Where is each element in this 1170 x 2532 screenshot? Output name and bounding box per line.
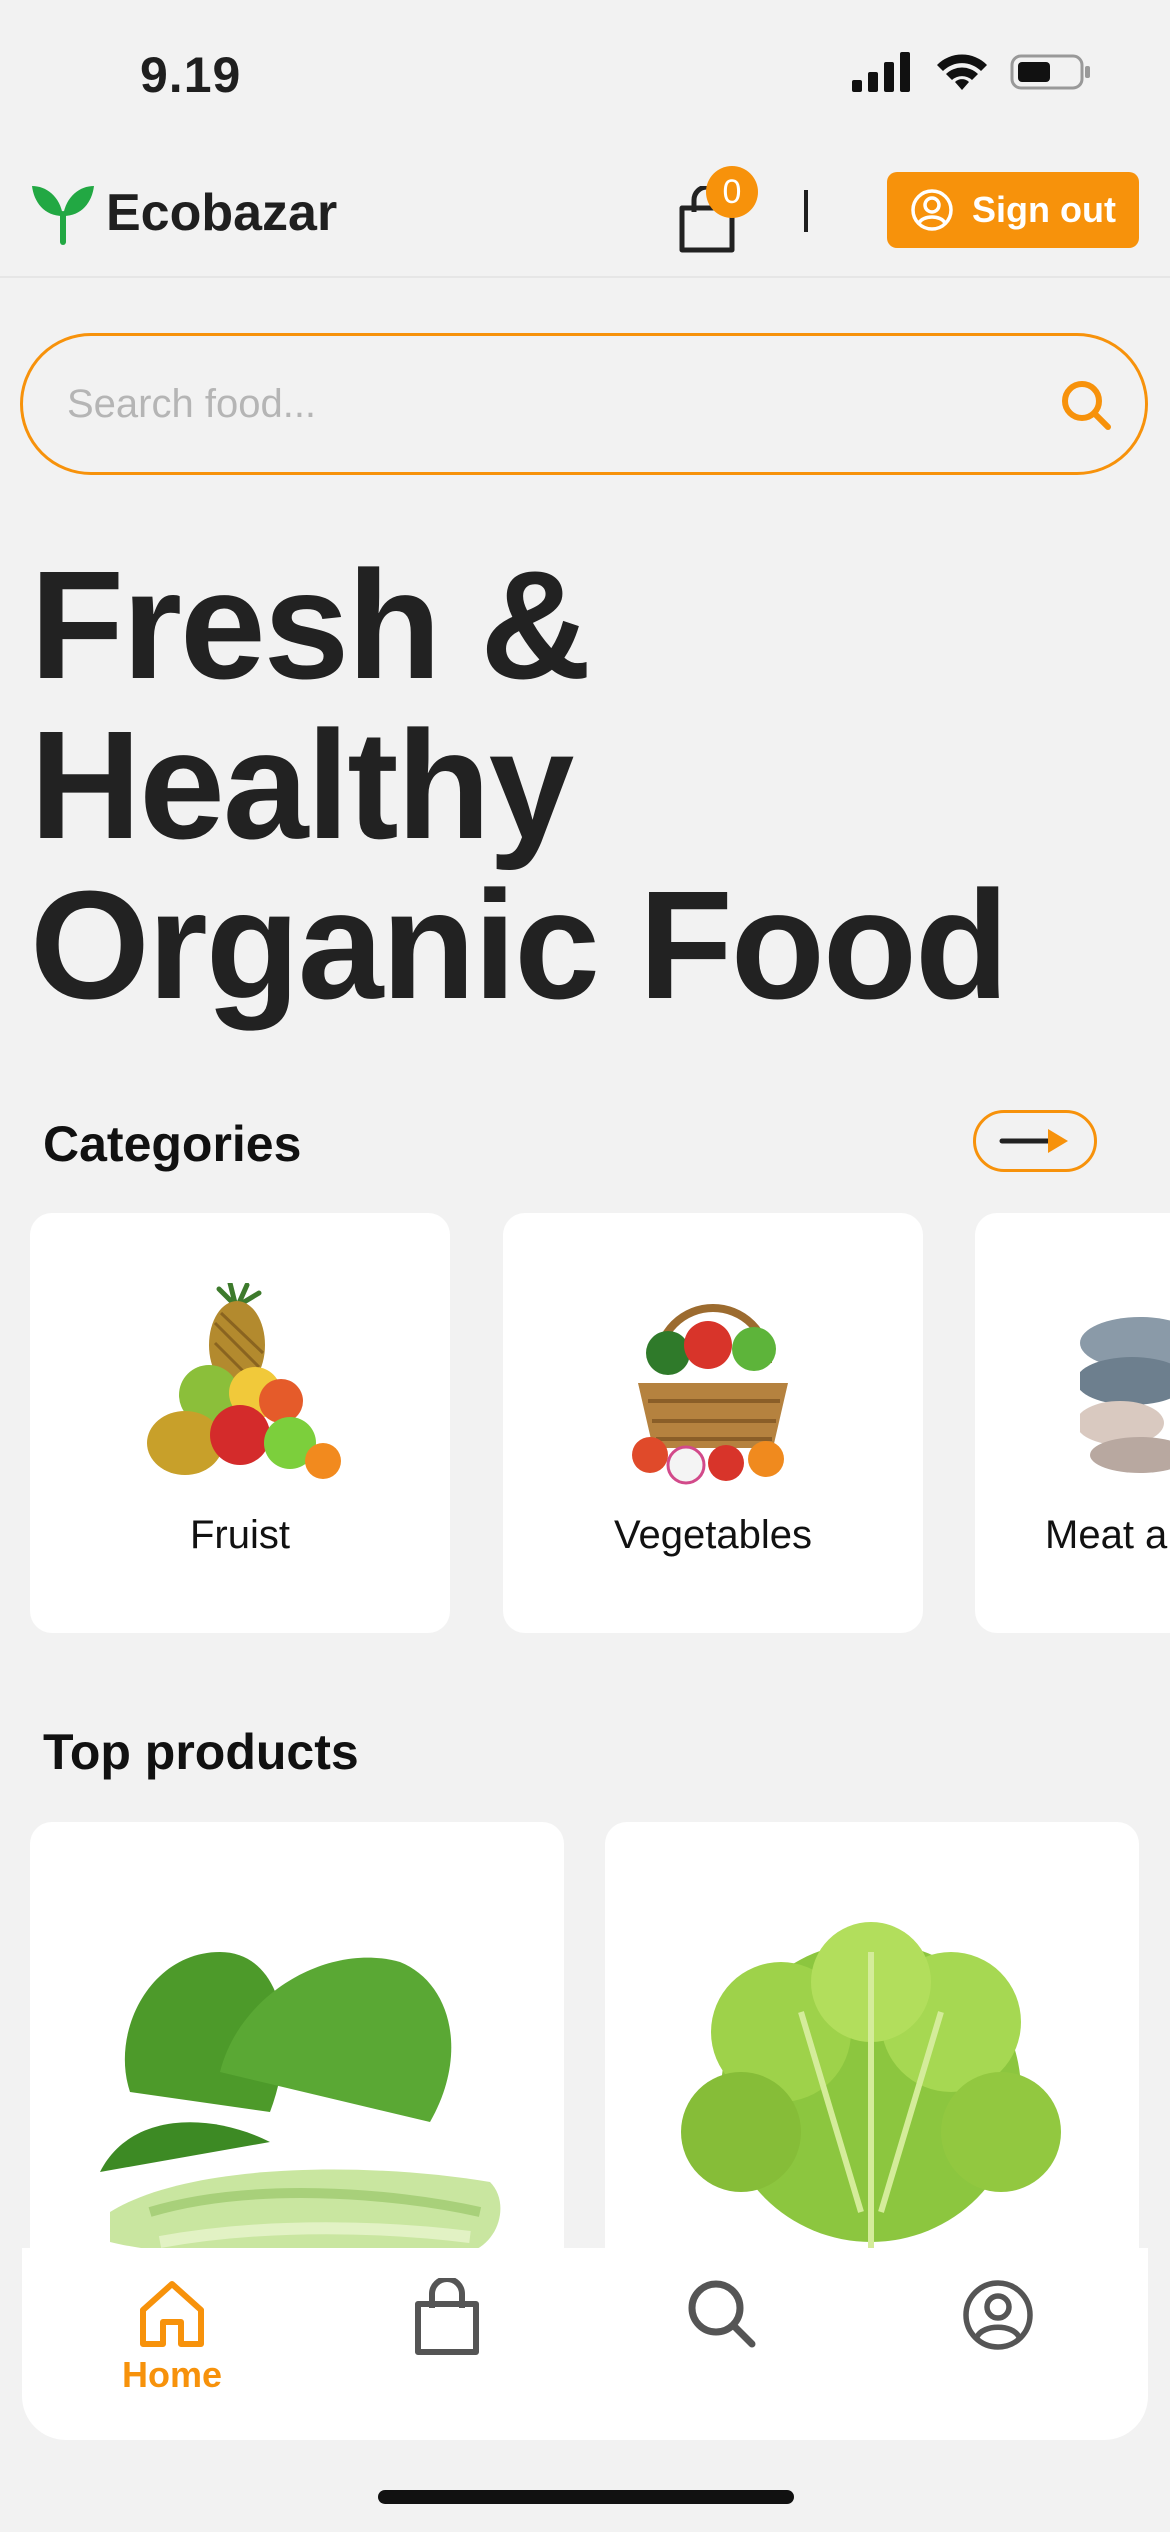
battery-icon — [1010, 54, 1090, 90]
profile-icon — [963, 2280, 1033, 2350]
sign-out-button[interactable]: Sign out — [887, 172, 1139, 248]
cart-button[interactable]: 0 — [672, 166, 758, 253]
fruits-image — [147, 1283, 341, 1479]
cart-count-badge: 0 — [706, 166, 758, 218]
nav-home[interactable]: Home — [92, 2278, 252, 2418]
bag-icon — [415, 2278, 479, 2355]
category-label: Meat a — [1045, 1513, 1168, 1557]
home-icon — [140, 2281, 204, 2347]
top-products-title: Top products — [43, 1724, 359, 1780]
category-label: Vegetables — [614, 1513, 812, 1557]
product-card[interactable] — [605, 1822, 1139, 2252]
brand-name: Ecobazar — [106, 184, 338, 242]
search-icon — [688, 2280, 756, 2348]
search-input[interactable] — [67, 366, 1027, 442]
hero-line-1: Fresh & — [30, 539, 591, 711]
category-card-meat[interactable]: Meat a — [975, 1213, 1170, 1633]
search-button[interactable] — [1059, 378, 1113, 437]
categories-title: Categories — [43, 1116, 302, 1172]
wifi-icon — [937, 54, 987, 90]
brand-logo[interactable]: Ecobazar — [30, 180, 337, 246]
categories-carousel[interactable]: Fruist Vegetables Meat a — [0, 1213, 1170, 1635]
category-card-fruits[interactable]: Fruist — [30, 1213, 450, 1633]
status-time: 9.19 — [140, 47, 242, 103]
categories-more-button[interactable] — [973, 1110, 1097, 1172]
status-icons — [852, 52, 1092, 92]
user-circle-icon — [911, 189, 953, 231]
top-products-list[interactable] — [0, 1822, 1170, 2252]
bottom-navigation: Home — [22, 2248, 1148, 2440]
hero-line-2: Healthy — [30, 699, 574, 871]
arrow-right-icon — [999, 1129, 1068, 1153]
status-bar: 9.19 — [0, 0, 1170, 150]
vegetables-image — [632, 1304, 788, 1485]
nav-home-label: Home — [121, 2354, 223, 2395]
home-indicator[interactable] — [378, 2490, 794, 2504]
leaf-logo-icon — [32, 186, 94, 245]
hero-title: Fresh & Healthy Organic Food — [30, 545, 1130, 1025]
signal-icon — [852, 52, 910, 92]
product-card[interactable] — [30, 1822, 564, 2252]
bok-choy-image — [100, 1952, 501, 2252]
nav-search[interactable] — [642, 2278, 802, 2418]
nav-profile[interactable] — [918, 2278, 1078, 2418]
hero-line-3: Organic Food — [30, 859, 1009, 1031]
header-divider — [804, 190, 808, 232]
search-bar — [20, 333, 1148, 475]
sign-out-label: Sign out — [972, 189, 1116, 230]
category-card-vegetables[interactable]: Vegetables — [503, 1213, 923, 1633]
app-header: Ecobazar 0 Sign out — [0, 150, 1170, 278]
meat-fish-image — [1080, 1317, 1170, 1473]
category-label: Fruist — [190, 1513, 290, 1557]
nav-cart[interactable] — [367, 2278, 527, 2418]
search-icon — [1062, 381, 1111, 430]
lettuce-image — [681, 1922, 1061, 2252]
